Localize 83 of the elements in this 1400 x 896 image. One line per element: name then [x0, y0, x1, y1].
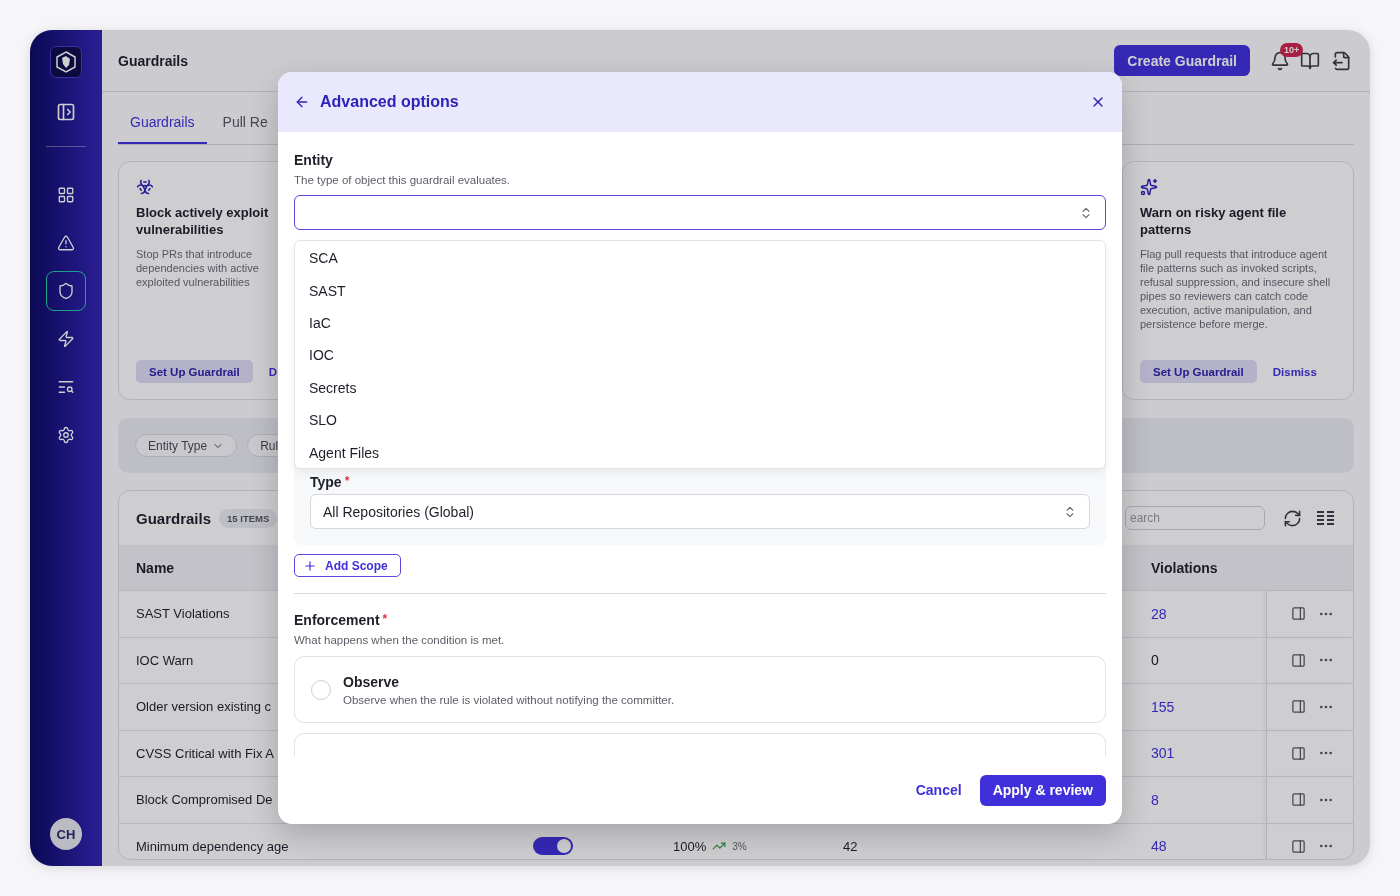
option-card[interactable]: Observe Observe when the rule is violated without notifying the committer.	[294, 656, 1106, 723]
trend-value: 3%	[732, 840, 747, 852]
violations-link[interactable]: 155	[1134, 698, 1175, 715]
nav-item[interactable]	[46, 271, 86, 311]
entity-select[interactable]	[294, 195, 1106, 230]
side-panel-icon[interactable]	[1291, 652, 1306, 668]
create-guardrail-button[interactable]: Create Guardrail	[1114, 45, 1250, 76]
refresh-icon[interactable]	[1283, 508, 1302, 528]
tab[interactable]: Pull Re	[210, 102, 280, 144]
violations-link[interactable]: 48	[1134, 838, 1167, 855]
user-avatar[interactable]: CH	[50, 818, 82, 850]
back-icon[interactable]	[294, 94, 310, 110]
file-export-icon[interactable]	[1332, 50, 1352, 71]
add-scope-button[interactable]: Add Scope	[294, 554, 401, 577]
column-header: Violations	[1150, 559, 1218, 576]
field-label: Entity	[294, 152, 334, 168]
dialog-title: Advanced options	[320, 93, 459, 111]
apply-button[interactable]: Apply & review	[979, 774, 1106, 806]
sparkles-icon	[1140, 178, 1158, 196]
settings-icon	[57, 426, 75, 444]
type-select[interactable]: All Repositories (Global)	[310, 494, 1090, 529]
cancel-button[interactable]: Cancel	[915, 782, 962, 798]
violations-link[interactable]: 28	[1134, 605, 1167, 622]
option-title: Observe	[343, 673, 401, 690]
notification-badge: 10+	[1280, 42, 1304, 57]
dismiss-link[interactable]: D	[268, 365, 278, 378]
table-cell: 42	[843, 838, 858, 854]
chevrons-up-down-icon	[1063, 504, 1077, 519]
plus-icon	[303, 558, 317, 573]
table-cell-text: 0	[1150, 652, 1159, 669]
card-description: Flag pull requests that introduce agent file patterns such as invoked scripts, refusal suppression, and insecure shell pipes so reviewers can catch code execution, active manipulation, and persistence before merge.	[1140, 247, 1332, 331]
side-panel-icon[interactable]	[1291, 606, 1306, 622]
column-header: Name	[135, 559, 175, 576]
violations-link[interactable]: 8	[1134, 791, 1159, 808]
violations-link[interactable]: 301	[1134, 745, 1175, 762]
side-panel-icon[interactable]	[1291, 838, 1306, 854]
card-title: Block actively exploit vulnerabilities	[136, 204, 269, 238]
table-cell-text: Older version existing c	[135, 699, 272, 715]
sidebar-expand-icon	[56, 102, 76, 122]
side-panel-icon[interactable]	[1291, 699, 1306, 715]
dropdown-option[interactable]: Agent Files	[295, 436, 1105, 469]
book-icon[interactable]	[1300, 50, 1320, 71]
card-description: Stop PRs that introduce dependencies with active exploited vulnerabilities	[136, 247, 259, 289]
table-cell-text: SAST Violations	[135, 606, 230, 622]
table-cell-text: IOC Warn	[135, 652, 194, 668]
dropdown-option[interactable]: IOC	[295, 339, 1105, 372]
radio-button[interactable]	[311, 679, 331, 700]
dropdown-option[interactable]: SCA	[295, 242, 1105, 275]
option-description: Observe when the rule is violated without notifying the committer.	[343, 693, 675, 706]
table-cell-text: CVSS Critical with Fix A	[135, 745, 274, 761]
app-logo[interactable]	[50, 46, 82, 78]
set-up-button[interactable]: Set Up Guardrail	[136, 360, 253, 383]
field-description: The type of object this guardrail evaluates.	[294, 174, 512, 186]
item-count: 15 ITEMS	[219, 508, 278, 528]
tab[interactable]: Guardrails	[118, 102, 207, 144]
dropdown-option[interactable]: Secrets	[295, 371, 1105, 404]
dropdown-option[interactable]: IaC	[295, 306, 1105, 340]
biohazard-icon	[136, 178, 154, 196]
field-label: Enforcement *	[294, 612, 389, 628]
shield-icon	[57, 282, 75, 300]
table-cell-text: Minimum dependency age	[135, 838, 289, 854]
side-panel-icon[interactable]	[1291, 792, 1306, 808]
card-title: Warn on risky agent file patterns	[1140, 204, 1288, 238]
columns-icon[interactable]	[1316, 509, 1336, 527]
filter-chip[interactable]: Entity Type	[135, 434, 238, 457]
dismiss-link[interactable]: Dismiss	[1272, 365, 1317, 378]
dropdown-option[interactable]: SAST	[295, 274, 1105, 307]
table-cell-text: Block Compromised De	[135, 792, 273, 808]
set-up-button[interactable]: Set Up Guardrail	[1140, 360, 1257, 383]
toggle-switch[interactable]	[533, 837, 573, 856]
warning-icon	[57, 234, 75, 252]
side-panel-icon[interactable]	[1291, 745, 1306, 761]
dashboard-icon	[57, 186, 75, 204]
logo-icon	[55, 51, 77, 73]
list-search-icon	[57, 378, 75, 396]
field-description: What happens when the condition is met.	[294, 634, 506, 646]
lightning-icon	[57, 330, 75, 348]
page-title: Guardrails	[118, 52, 189, 69]
table-title: Guardrails	[136, 509, 212, 527]
dropdown-option[interactable]: SLO	[295, 403, 1105, 437]
field-label: Type *	[310, 474, 351, 490]
table-cell: 100%	[673, 838, 707, 854]
search-field[interactable]: earch	[1125, 506, 1265, 530]
